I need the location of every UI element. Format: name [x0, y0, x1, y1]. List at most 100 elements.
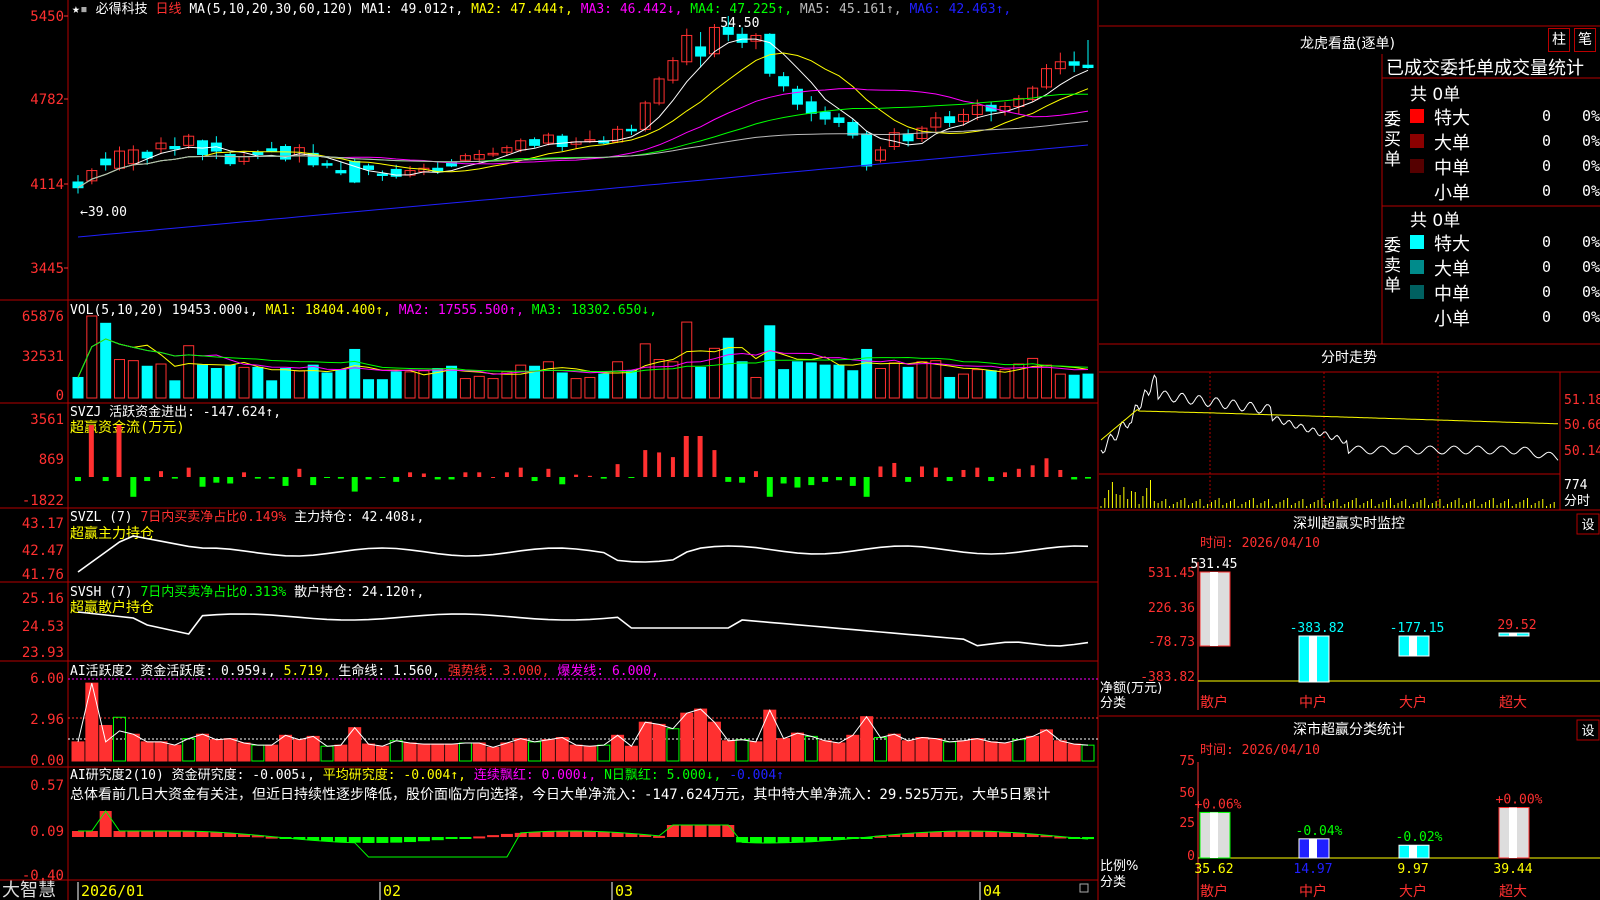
activity-bar [472, 742, 486, 762]
ai-active-panel-part-2: 5.719, [284, 664, 339, 679]
ai-active-panel-part-0: AI活跃度2 [70, 663, 140, 679]
flow-bar [1016, 468, 1021, 477]
price-panel-part-2: 日线 [155, 2, 189, 17]
candle-body [902, 133, 914, 142]
svzl-ytick-0: 43.17 [22, 516, 64, 532]
candle-body [376, 173, 388, 176]
price-panel-part-13: 45.161↑, [839, 2, 909, 17]
low-price-label: ←39.00 [80, 205, 127, 220]
activity-bar [209, 739, 223, 762]
candle-body [252, 151, 264, 156]
bar-mode-button[interactable]: 柱 [1548, 28, 1570, 52]
ai-active-panel-part-3: 生命线: 1.560, [338, 663, 447, 679]
flow-bar [351, 477, 358, 492]
buy-group-label: 委买单 [1384, 110, 1401, 170]
svzj-panel-header: SVZJ 活跃资金进出: -147.624↑, [70, 404, 281, 420]
stats-change-0: +0.06% [1195, 797, 1242, 812]
research-bar [777, 837, 790, 843]
candle-body [169, 146, 181, 150]
flow-bar [753, 471, 758, 477]
research-bar [362, 837, 375, 843]
buy-extra-large-label: 特大 [1434, 108, 1470, 129]
ai-research-panel-part-0: AI研究度2(10) [70, 767, 172, 783]
monitor-category-3: 超大 [1499, 695, 1527, 711]
buy-small-pct: 0% [1582, 182, 1600, 200]
intraday-title: 分时走势 [1321, 350, 1377, 366]
research-bar [196, 831, 209, 837]
activity-bar [306, 735, 320, 762]
volume-bar [446, 365, 458, 399]
flow-bar [712, 450, 717, 477]
buy-row-medium: 中单 0 0% [1410, 154, 1600, 179]
monitor-category-2: 大户 [1399, 694, 1427, 711]
favorite-icon: ★ [72, 2, 80, 17]
buy-large-label: 大单 [1434, 133, 1470, 154]
ai-research-panel-part-1: 资金研究度: -0.005↓, [172, 767, 323, 783]
candle-body [529, 139, 541, 146]
date-label-1: 02 [383, 882, 401, 900]
flow-bar [88, 425, 94, 477]
activity-bar [929, 738, 943, 762]
tick-mode-button[interactable]: 笔 [1574, 28, 1596, 52]
research-bar [404, 837, 417, 843]
stats-bar-highlight-2 [1409, 845, 1417, 858]
flow-bar [242, 472, 247, 477]
activity-bar [375, 745, 389, 762]
candle-body [805, 101, 817, 114]
activity-bar [196, 733, 210, 762]
research-bar [431, 837, 444, 841]
stats-time: 时间: 2026/04/10 [1200, 743, 1320, 758]
flow-bar [186, 467, 191, 477]
ai-active-ytick-1: 2.96 [30, 712, 64, 728]
activity-bar [901, 740, 915, 762]
activity-bar [721, 740, 735, 762]
date-label-2: 03 [615, 882, 633, 900]
stats-settings-label: 设 [1581, 724, 1594, 739]
activity-bar [694, 708, 708, 762]
intraday-ytick-0: 51.18 [1564, 393, 1600, 408]
activity-bar [998, 742, 1012, 762]
activity-bar [777, 738, 791, 762]
research-bar [971, 831, 984, 837]
svzj-ytick-1: 869 [39, 452, 64, 468]
flow-bar [518, 467, 523, 477]
activity-bar [1026, 735, 1040, 762]
research-bar [168, 831, 181, 837]
activity-bar [790, 732, 804, 762]
research-bar [708, 825, 721, 837]
ai-active-panel-part-1: 资金活跃度: 0.959↓, [140, 663, 283, 679]
flow-bar [310, 477, 317, 486]
research-bar [348, 837, 361, 843]
price-panel-part-9: 46.442↓, [620, 2, 690, 17]
svsh-ytick-2: 23.93 [22, 645, 64, 661]
volume-bar [280, 367, 292, 399]
svzl-panel-part-1: 7日内买卖净占比0.149% [140, 509, 294, 525]
buy-small-count: 0 [1542, 182, 1552, 200]
activity-bar [279, 734, 293, 762]
ai-active-panel-part-4: 强势线: 3.000, [448, 663, 557, 679]
sell-row-extra-large: 特大 0 0% [1410, 230, 1600, 255]
price-panel-part-12: MA5: [800, 2, 839, 17]
sell-total: 共 0单 [1410, 211, 1461, 231]
research-bar [680, 825, 693, 837]
volume-bar [805, 362, 817, 399]
flow-bar [780, 477, 787, 484]
volume-bar [349, 348, 361, 399]
ai-active-panel-header: AI活跃度2 资金活跃度: 0.959↓, 5.719, 生命线: 1.560,… [70, 663, 659, 679]
volume-bar [902, 366, 914, 399]
svzj-panel-part-0: SVZJ [70, 405, 109, 420]
volume-bar [833, 364, 845, 399]
research-bar [473, 836, 486, 839]
price-panel-part-11: 47.225↑, [729, 2, 799, 17]
volume-panel-part-3: 18404.400↑, [305, 303, 399, 318]
price-panel-part-3: MA(5,10,20,30,60,120) [189, 2, 361, 17]
stats-bar-highlight-3 [1509, 807, 1517, 858]
volume-panel-part-2: MA1: [266, 303, 305, 318]
ai-active-ytick-2: 0.00 [30, 753, 64, 769]
flow-bar [892, 462, 897, 477]
volume-bar [390, 371, 402, 399]
svzl-panel-part-2: 主力持仓: [294, 510, 362, 525]
flow-bar [1030, 465, 1035, 477]
main-chart-canvas[interactable]: 5450 4782 4114 3445 54.50 ←39.00 ★ ▪ 必得科技 日线 M… [0, 0, 1600, 900]
activity-bar [486, 746, 500, 762]
